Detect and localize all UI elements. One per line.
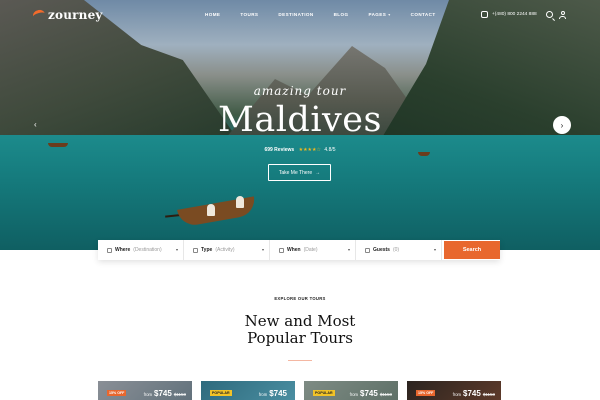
discount-badge: 15% OFF [107,390,127,396]
rower [236,196,244,208]
tour-card[interactable]: POPULAR from $745 [201,381,295,400]
phone-link[interactable]: +(480) 800 2244 888 [481,11,537,18]
nav-item-pages[interactable]: PAGES ▾ [368,12,390,17]
tour-price: from $745 $1150 [350,389,392,398]
field-placeholder: (Date) [303,247,318,253]
field-placeholder: (Activity) [215,247,235,253]
top-navigation: zourney HOME TOURS DESTINATION BLOG PAGE… [0,0,600,30]
tour-search-bar: Where (Destination) ▾ Type (Activity) ▾ … [98,240,500,260]
phone-number: +(480) 800 2244 888 [492,12,537,17]
section-kicker: EXPLORE OUR TOURS [274,296,326,301]
search-field-guests[interactable]: Guests (0) ▾ [356,240,442,260]
section-divider [288,360,312,362]
field-placeholder: (Destination) [133,247,162,253]
popular-badge: POPULAR [313,390,335,396]
price-old: $1150 [482,392,495,397]
tour-price: from $745 $1150 [453,389,495,398]
nav-item-home[interactable]: HOME [205,12,220,17]
search-field-when[interactable]: When (Date) ▾ [270,240,356,260]
popular-badge: POPULAR [210,390,232,396]
flag-icon [193,247,198,253]
tour-price: from $745 [259,389,289,398]
field-label: Guests [373,247,390,253]
tour-card[interactable]: POPULAR from $745 $1150 [304,381,398,400]
search-button[interactable]: Search [444,241,500,259]
nav-item-destination[interactable]: DESTINATION [278,12,313,17]
nav-label: DESTINATION [278,12,314,17]
hero-subtitle: amazing tour [253,84,347,98]
price-current: $745 [154,389,172,398]
nav-label: BLOG [333,12,349,17]
phone-icon [481,11,488,18]
review-count: 699 Reviews [264,147,295,153]
chevron-down-icon: ▾ [433,247,436,252]
nav-item-blog[interactable]: BLOG [334,12,349,17]
take-me-there-button[interactable]: Take Me There → [268,164,331,181]
nav-item-contact[interactable]: CONTACT [411,12,436,17]
field-label: Where [115,247,131,253]
price-old: $1150 [379,392,392,397]
chevron-down-icon: ▾ [388,12,391,17]
chevron-down-icon: ▾ [261,247,264,252]
location-icon [107,247,112,253]
nav-label: TOURS [240,12,259,17]
price-from: from [258,392,268,397]
brand-name: zourney [48,8,103,22]
section-title-line: Popular Tours [247,329,353,347]
search-field-type[interactable]: Type (Activity) ▾ [184,240,270,260]
rating-value: 4.8/5 [324,147,336,153]
rower [207,204,215,216]
price-current: $745 [269,389,287,398]
search-field-where[interactable]: Where (Destination) ▾ [98,240,184,260]
tour-card[interactable]: 15% OFF from $745 $1150 [98,381,192,400]
nav-label: HOME [205,12,221,17]
price-from: from [143,392,153,397]
arrow-right-icon: → [315,169,321,176]
main-menu: HOME TOURS DESTINATION BLOG PAGES ▾ CONTA… [205,12,456,17]
price-from: from [452,392,462,397]
price-old: $1150 [173,392,186,397]
search-icon[interactable] [546,11,553,18]
user-icon[interactable] [559,11,566,19]
field-label: When [287,247,301,253]
price-current: $745 [360,389,378,398]
star-rating-icon: ★★★★☆ [298,147,322,153]
nav-label: PAGES [368,12,387,17]
tour-card[interactable]: 15% OFF from $745 $1150 [407,381,501,400]
price-current: $745 [463,389,481,398]
chevron-down-icon: ▾ [347,247,350,252]
chevron-down-icon: ▾ [175,247,178,252]
field-label: Type [201,247,213,253]
tour-price: from $745 $1150 [144,389,186,398]
nav-item-tours[interactable]: TOURS [240,12,258,17]
logo-mark-icon [31,8,47,22]
brand-logo[interactable]: zourney [31,8,103,22]
cta-label: Take Me There [278,169,313,176]
slider-prev-button[interactable]: ‹ [34,120,37,129]
nav-label: CONTACT [410,12,436,17]
section-title: New and Most Popular Tours [0,313,600,347]
calendar-icon [279,247,284,253]
hero-rating: 699 Reviews ★★★★☆ 4.8/5 [0,147,600,153]
discount-badge: 15% OFF [416,390,436,396]
hero-title: Maldives [218,100,382,140]
price-from: from [349,392,359,397]
section-title-line: New and Most [244,312,356,330]
guests-icon [365,247,370,253]
slider-next-button[interactable]: › [553,116,571,134]
field-placeholder: (0) [392,247,400,253]
